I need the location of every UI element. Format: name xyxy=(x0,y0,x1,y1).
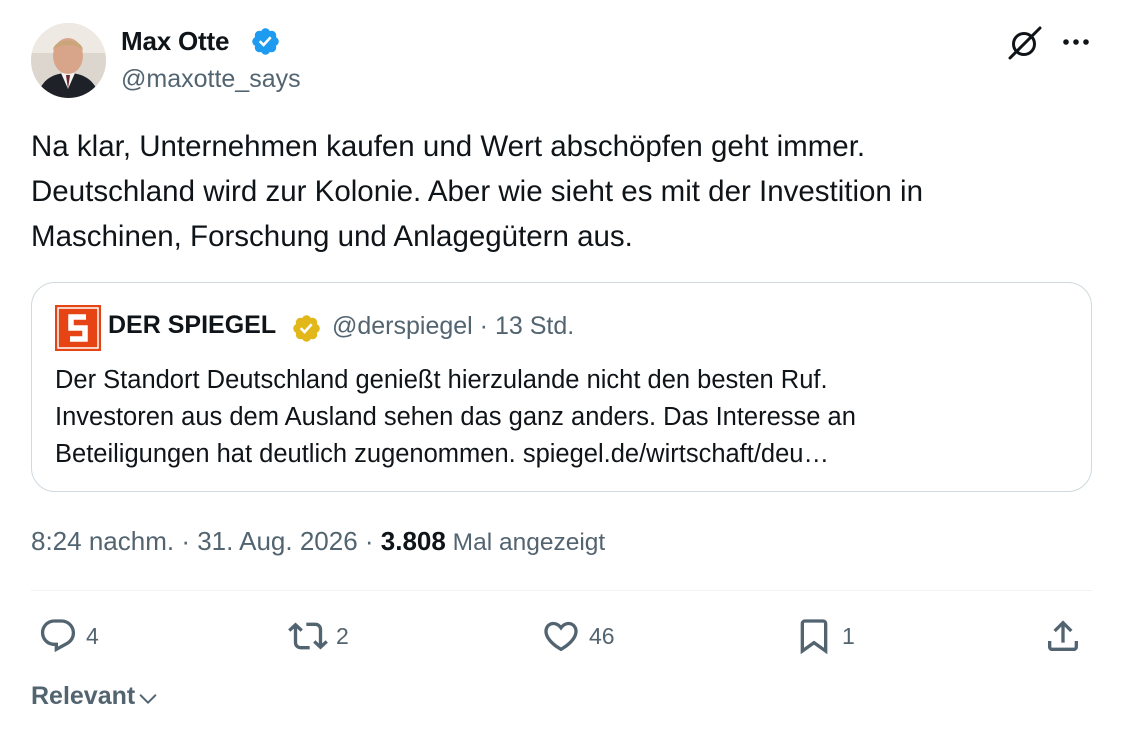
tweet-line: Na klar, Unternehmen kaufen und Wert abs… xyxy=(31,130,866,163)
quote-text: Der Standort Deutschland genießt hierzul… xyxy=(55,362,1075,473)
tweet-text: Na klar, Unternehmen kaufen und Wert abs… xyxy=(31,124,1101,259)
avatar[interactable] xyxy=(31,23,106,98)
share-button[interactable] xyxy=(1043,614,1083,658)
bookmark-count: 1 xyxy=(842,622,855,649)
quote-author-name[interactable]: DER SPIEGEL xyxy=(108,311,276,340)
reply-icon xyxy=(40,619,76,653)
quote-line: Investoren aus dem Ausland sehen das gan… xyxy=(55,403,856,431)
quote-line: Beteiligungen hat deutlich zugenommen. s… xyxy=(55,440,829,468)
tweet-meta: 8:24 nachm. · 31. Aug. 2026 · 3.808 Mal … xyxy=(31,526,605,557)
author-handle[interactable]: @maxotte_says xyxy=(121,65,301,94)
timestamp[interactable]: 8:24 nachm. · 31. Aug. 2026 · xyxy=(31,526,381,556)
sort-replies-dropdown[interactable]: Relevant xyxy=(31,682,159,711)
spiegel-logo-icon xyxy=(55,305,101,351)
like-icon xyxy=(544,621,578,652)
retweet-icon xyxy=(288,622,328,650)
reply-button[interactable]: 4 xyxy=(38,614,99,658)
like-button[interactable]: 46 xyxy=(541,614,615,658)
share-icon xyxy=(1048,620,1078,651)
view-count: 3.808 xyxy=(380,526,446,556)
reply-count: 4 xyxy=(86,622,99,649)
more-icon[interactable] xyxy=(1058,28,1094,56)
verified-badge-icon[interactable] xyxy=(250,26,281,57)
retweet-count: 2 xyxy=(336,622,349,649)
bookmark-button[interactable]: 1 xyxy=(794,614,855,658)
verified-badge-icon[interactable] xyxy=(291,313,322,344)
view-label: Mal angezeigt xyxy=(445,529,606,556)
retweet-button[interactable]: 2 xyxy=(288,614,349,658)
tweet-line: Deutschland wird zur Kolonie. Aber wie s… xyxy=(31,175,923,208)
author-name[interactable]: Max Otte xyxy=(121,26,229,57)
quote-line: Der Standort Deutschland genießt hierzul… xyxy=(55,366,828,394)
quote-handle-time[interactable]: @derspiegel · 13 Std. xyxy=(332,312,574,341)
like-count: 46 xyxy=(589,622,615,649)
tweet-line: Maschinen, Forschung und Anlagegütern au… xyxy=(31,220,633,253)
quote-tweet-card[interactable]: DER SPIEGEL @derspiegel · 13 Std. Der St… xyxy=(31,282,1092,492)
sort-label: Relevant xyxy=(31,682,136,710)
bookmark-icon xyxy=(800,619,828,655)
grok-icon[interactable] xyxy=(1006,24,1044,62)
divider xyxy=(31,590,1092,591)
chevron-down-icon xyxy=(139,693,157,704)
